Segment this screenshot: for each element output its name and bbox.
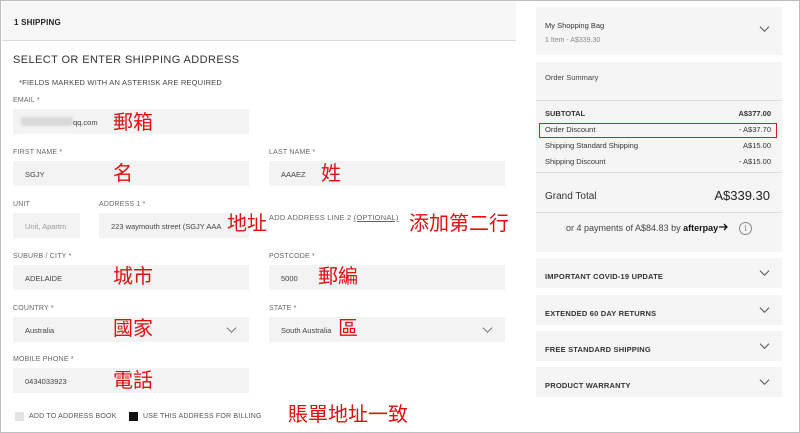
- summary-row-label: Shipping Standard Shipping: [545, 141, 638, 150]
- state-value: South Australia: [281, 326, 332, 335]
- annotation-city: 城市: [113, 264, 153, 288]
- postcode-value: 5000: [281, 274, 298, 283]
- afterpay-logo: afterpay: [683, 223, 719, 233]
- divider: [536, 172, 782, 173]
- section-title: SELECT OR ENTER SHIPPING ADDRESS: [13, 54, 240, 66]
- summary-row-subtotal: SUBTOTAL A$377.00: [545, 108, 771, 119]
- summary-row-label: SUBTOTAL: [545, 109, 586, 118]
- address1-label: ADDRESS 1 *: [99, 201, 146, 208]
- add-line2-optional: (OPTIONAL): [353, 213, 399, 222]
- postcode-label: POSTCODE *: [269, 253, 315, 260]
- discount-highlight-box: [539, 123, 777, 138]
- country-value: Australia: [25, 326, 55, 335]
- last-name-label: LAST NAME *: [269, 149, 316, 156]
- afterpay-arrow-icon: [719, 223, 729, 231]
- order-summary-title: Order Summary: [545, 73, 599, 82]
- accordion-label: FREE STANDARD SHIPPING: [545, 345, 651, 354]
- postcode-field[interactable]: 5000: [269, 265, 505, 290]
- first-name-value: SGJY: [25, 170, 45, 179]
- bag-title: My Shopping Bag: [545, 21, 605, 30]
- chevron-down-icon: [759, 343, 770, 349]
- suburb-value: ADELAIDE: [25, 274, 63, 283]
- required-note: *FIELDS MARKED WITH AN ASTERISK ARE REQU…: [19, 78, 223, 87]
- annotation-billing: 賬單地址一致: [288, 402, 408, 426]
- annotation-add-line2: 添加第二行: [409, 211, 509, 235]
- use-for-billing-label: USE THIS ADDRESS FOR BILLING: [143, 413, 262, 420]
- summary-row-label: Shipping Discount: [545, 157, 606, 166]
- afterpay-text: or 4 payments of A$84.83 by: [566, 223, 681, 233]
- email-value: qq.com: [73, 118, 98, 127]
- accordion-warranty[interactable]: PRODUCT WARRANTY: [536, 367, 782, 397]
- bag-subtitle: 1 Item - A$339.30: [545, 37, 601, 44]
- info-icon[interactable]: i: [739, 222, 752, 235]
- unit-placeholder: Unit, Apartm: [25, 222, 67, 231]
- last-name-field[interactable]: AAAEZ: [269, 161, 505, 186]
- chevron-down-icon: [482, 327, 493, 333]
- unit-label: UNIT: [13, 201, 31, 208]
- annotation-email: 郵箱: [113, 110, 153, 134]
- use-for-billing-checkbox[interactable]: [129, 412, 138, 421]
- summary-row-value: A$15.00: [743, 141, 771, 150]
- add-line2-label: ADD ADDRESS LINE 2: [269, 213, 352, 222]
- summary-row-value: - A$15.00: [738, 157, 771, 166]
- redacted-email: [21, 117, 73, 126]
- email-label: EMAIL *: [13, 97, 40, 104]
- accordion-covid-update[interactable]: IMPORTANT COVID-19 UPDATE: [536, 258, 782, 288]
- step-header: 1 SHIPPING: [2, 2, 516, 41]
- grand-total-value: A$339.30: [714, 188, 770, 203]
- accordion-label: IMPORTANT COVID-19 UPDATE: [545, 272, 664, 281]
- suburb-label: SUBURB / CITY *: [13, 253, 72, 260]
- annotation-country: 國家: [113, 316, 153, 340]
- annotation-postcode: 郵編: [318, 264, 358, 288]
- annotation-state: 區: [338, 316, 358, 340]
- country-label: COUNTRY *: [13, 305, 54, 312]
- chevron-down-icon: [759, 379, 770, 385]
- summary-row-value: A$377.00: [738, 109, 771, 118]
- first-name-label: FIRST NAME *: [13, 149, 63, 156]
- add-to-address-book-checkbox[interactable]: [15, 412, 24, 421]
- mobile-value: 0434033923: [25, 377, 67, 386]
- unit-field[interactable]: Unit, Apartm: [13, 213, 80, 238]
- add-address-line2-link[interactable]: ADD ADDRESS LINE 2 (OPTIONAL): [269, 213, 399, 222]
- accordion-label: PRODUCT WARRANTY: [545, 381, 631, 390]
- address1-value: 223 waymouth street (SGJY AAA: [111, 222, 222, 231]
- grand-total-label: Grand Total: [545, 191, 597, 202]
- summary-row-shipping-discount: Shipping Discount - A$15.00: [545, 156, 771, 167]
- accordion-label: EXTENDED 60 DAY RETURNS: [545, 309, 657, 318]
- state-label: STATE *: [269, 305, 297, 312]
- step-label: 1 SHIPPING: [14, 18, 61, 27]
- annotation-first-name: 名: [113, 161, 133, 185]
- chevron-down-icon: [226, 327, 237, 333]
- add-to-address-book-label: ADD TO ADDRESS BOOK: [29, 413, 117, 420]
- chevron-down-icon: [759, 307, 770, 313]
- annotation-last-name: 姓: [321, 161, 341, 185]
- annotation-address: 地址: [227, 211, 267, 235]
- annotation-phone: 電話: [113, 368, 153, 392]
- accordion-free-shipping[interactable]: FREE STANDARD SHIPPING: [536, 331, 782, 361]
- divider: [536, 100, 782, 101]
- shopping-bag-panel[interactable]: My Shopping Bag 1 Item - A$339.30: [536, 7, 782, 55]
- chevron-down-icon: [759, 270, 770, 276]
- accordion-returns[interactable]: EXTENDED 60 DAY RETURNS: [536, 295, 782, 325]
- state-select[interactable]: South Australia: [269, 317, 505, 342]
- divider: [536, 212, 782, 213]
- mobile-label: MOBILE PHONE *: [13, 356, 74, 363]
- chevron-down-icon: [759, 26, 770, 32]
- last-name-value: AAAEZ: [281, 170, 306, 179]
- summary-row-shipping: Shipping Standard Shipping A$15.00: [545, 140, 771, 151]
- afterpay-note: or 4 payments of A$84.83 by afterpay: [566, 223, 730, 233]
